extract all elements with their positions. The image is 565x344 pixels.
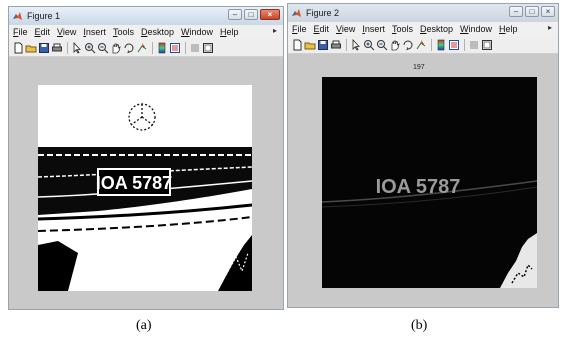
caption-a: (a) [136, 318, 152, 333]
data-cursor-icon[interactable] [415, 39, 427, 51]
show-plot-tools-icon[interactable] [202, 42, 214, 54]
legend-icon[interactable] [448, 39, 460, 51]
matlab-logo-icon [292, 8, 301, 17]
plate-text: IOA 5787 [96, 173, 172, 193]
figure-1-titlebar[interactable]: Figure 1 – □ × [9, 7, 283, 25]
toolbar-separator [346, 38, 347, 51]
minimize-button[interactable]: – [228, 9, 242, 20]
menu-insert[interactable]: Insert [362, 24, 385, 34]
figure-1-toolbar [9, 39, 283, 57]
legend-icon[interactable] [169, 42, 181, 54]
new-file-icon[interactable] [12, 42, 24, 54]
menu-file[interactable]: File [292, 24, 307, 34]
pan-hand-icon[interactable] [110, 42, 122, 54]
maximize-button[interactable]: □ [244, 9, 258, 20]
menu-view[interactable]: View [336, 24, 355, 34]
figure-2-titlebar[interactable]: Figure 2 – □ × [288, 4, 558, 22]
save-icon[interactable] [38, 42, 50, 54]
toolbar-separator [431, 38, 432, 51]
pointer-icon[interactable] [71, 41, 83, 54]
menu-insert[interactable]: Insert [83, 27, 106, 37]
figure-1-menubar: File Edit View Insert Tools Desktop Wind… [9, 25, 283, 39]
matlab-logo-icon [13, 11, 22, 20]
close-button[interactable]: × [260, 9, 280, 20]
show-plot-tools-icon[interactable] [481, 39, 493, 51]
menu-view[interactable]: View [57, 27, 76, 37]
toolbar-separator [67, 41, 68, 54]
minimize-button[interactable]: – [509, 6, 523, 17]
figure-2-toolbar [288, 36, 558, 54]
print-icon[interactable] [51, 42, 63, 54]
figure-2-window: Figure 2 – □ × File Edit View Insert Too… [287, 3, 559, 308]
zoom-in-icon[interactable] [363, 39, 375, 51]
menu-tools[interactable]: Tools [113, 27, 134, 37]
menu-overflow-arrow-icon[interactable]: ▸ [273, 26, 277, 35]
figure-2-menubar: File Edit View Insert Tools Desktop Wind… [288, 22, 558, 36]
menu-tools[interactable]: Tools [392, 24, 413, 34]
binary-image-axes: IOA 5787 [38, 85, 252, 291]
menu-overflow-arrow-icon[interactable]: ▸ [548, 23, 552, 32]
maximize-button[interactable]: □ [525, 6, 539, 17]
figure-1-window: Figure 1 – □ × File Edit View Insert Too… [8, 6, 284, 310]
toolbar-separator [185, 41, 186, 54]
rotate-3d-icon[interactable] [123, 42, 135, 54]
rotate-3d-icon[interactable] [402, 39, 414, 51]
menu-file[interactable]: File [13, 27, 28, 37]
open-folder-icon[interactable] [25, 42, 37, 54]
menu-edit[interactable]: Edit [35, 27, 51, 37]
zoom-out-icon[interactable] [97, 42, 109, 54]
menu-help[interactable]: Help [220, 27, 239, 37]
toolbar-separator [464, 38, 465, 51]
menu-window[interactable]: Window [460, 24, 492, 34]
zoom-in-icon[interactable] [84, 42, 96, 54]
data-cursor-icon[interactable] [136, 42, 148, 54]
pan-hand-icon[interactable] [389, 39, 401, 51]
figure-1-title: Figure 1 [27, 11, 61, 21]
menu-desktop[interactable]: Desktop [420, 24, 453, 34]
zoom-out-icon[interactable] [376, 39, 388, 51]
plate-extraction-axes: IOA 5787 [322, 77, 537, 288]
colorbar-icon[interactable] [156, 42, 168, 54]
plate-text: IOA 5787 [376, 176, 461, 198]
hide-plot-tools-icon[interactable] [189, 42, 201, 54]
pointer-icon[interactable] [350, 38, 362, 51]
menu-window[interactable]: Window [181, 27, 213, 37]
open-folder-icon[interactable] [304, 39, 316, 51]
caption-b: (b) [411, 318, 428, 333]
axes-title: 197 [413, 64, 425, 71]
hide-plot-tools-icon[interactable] [468, 39, 480, 51]
save-icon[interactable] [317, 39, 329, 51]
close-button[interactable]: × [541, 6, 555, 17]
figure-2-title: Figure 2 [306, 8, 340, 18]
menu-edit[interactable]: Edit [314, 24, 330, 34]
menu-desktop[interactable]: Desktop [141, 27, 174, 37]
menu-help[interactable]: Help [499, 24, 518, 34]
colorbar-icon[interactable] [435, 39, 447, 51]
print-icon[interactable] [330, 39, 342, 51]
toolbar-separator [152, 41, 153, 54]
new-file-icon[interactable] [291, 39, 303, 51]
